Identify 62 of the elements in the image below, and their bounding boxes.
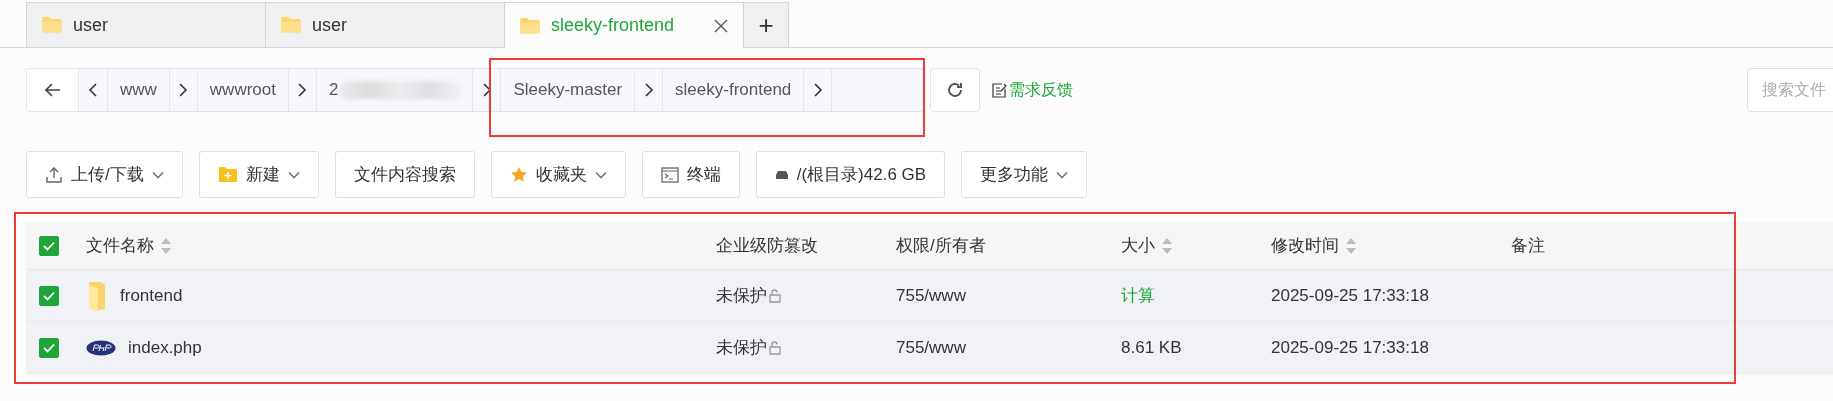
row-checkbox[interactable] [39,337,59,358]
protection-status: 未保护 [716,285,767,307]
modified-time: 2025-09-25 17:33:18 [1271,285,1429,306]
row-checkbox[interactable] [39,285,59,306]
terminal-icon [660,166,679,183]
chevron-right-icon [297,83,308,97]
file-name[interactable]: index.php [128,337,202,358]
file-size: 8.61 KB [1121,337,1182,358]
php-icon [86,339,116,356]
chevron-right-icon [643,83,654,97]
unlocked-icon [768,340,782,355]
select-all-checkbox[interactable] [39,235,59,256]
folder-icon [86,279,108,312]
modified-time: 2025-09-25 17:33:18 [1271,337,1429,358]
toolbar-button[interactable]: 收藏夹 [490,151,626,198]
checkmark-icon [43,342,55,353]
breadcrumb-item[interactable]: Sleeky-master [501,69,636,111]
toolbar-button[interactable]: /(根目录)42.6 GB [755,151,946,198]
upload-icon [45,165,63,184]
refresh-icon [946,81,964,99]
chevron-right-icon [481,83,492,97]
unlocked-icon [768,288,782,303]
edit-icon [992,82,1007,98]
column-header[interactable]: 文件名称 [86,234,154,257]
protection-status: 未保护 [716,337,767,359]
column-header: 企业级防篡改 [716,235,818,257]
file-row[interactable]: frontend 未保护 755/www 计算 2025-09-25 17:33:18 [26,270,1833,322]
refresh-button[interactable] [930,68,980,112]
column-header: 权限/所有者 [896,235,986,257]
breadcrumb-item[interactable]: www [108,69,170,111]
star-icon [509,165,528,184]
chevron-left-icon [88,83,98,97]
add-folder-icon [217,166,238,183]
column-header[interactable]: 大小 [1121,234,1155,257]
column-header: 备注 [1511,235,1545,257]
folder-icon [41,16,63,34]
folder-icon [519,16,541,35]
permission-text: 755/www [896,285,966,306]
breadcrumb-item[interactable]: 2 [316,69,474,111]
folder-tab[interactable]: user [26,2,266,47]
toolbar-button[interactable]: 文件内容搜索 [334,151,475,198]
back-button[interactable] [27,69,79,111]
new-tab-button[interactable]: + [743,2,789,47]
chevron-right-icon [812,83,823,97]
checkmark-icon [43,290,55,301]
toolbar-button[interactable]: 上传/下载 [26,151,183,198]
back-arrow-icon [44,83,61,97]
folder-icon [280,16,302,34]
file-row[interactable]: index.php 未保护 755/www 8.61 KB 2025-09-25 17:33:18 [26,322,1833,374]
search-field[interactable]: 搜索文件 [1747,68,1833,112]
close-icon[interactable] [713,17,729,34]
chevron-right-icon [178,83,189,97]
breadcrumb-item[interactable]: wwwroot [197,69,289,111]
toolbar-button[interactable]: 更多功能 [961,151,1088,198]
column-header[interactable]: 修改时间 [1271,234,1339,257]
breadcrumb-item[interactable]: sleeky-frontend [663,69,805,111]
toolbar-button[interactable]: 新建 [198,151,319,198]
permission-text: 755/www [896,337,966,358]
file-name[interactable]: frontend [120,285,183,306]
folder-tab[interactable]: user [265,2,505,47]
toolbar-button[interactable]: 终端 [641,151,740,198]
checkmark-icon [43,240,55,251]
